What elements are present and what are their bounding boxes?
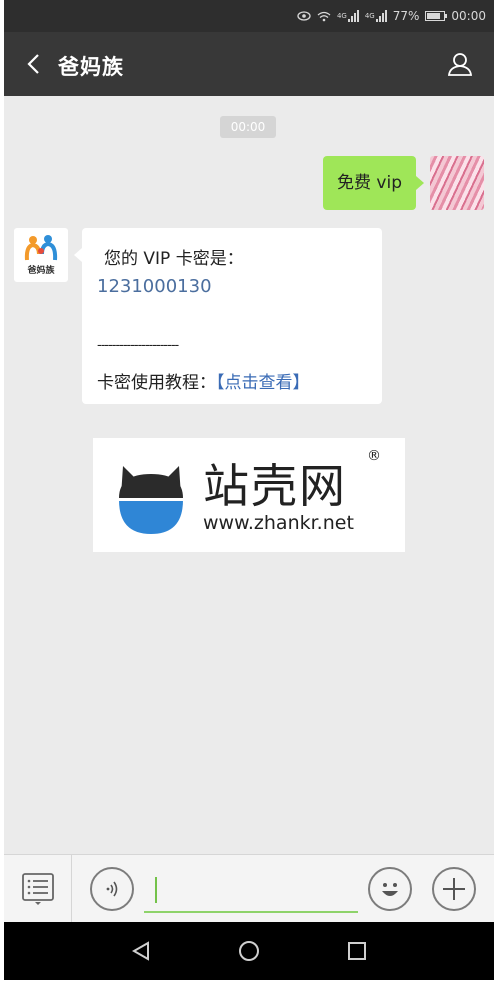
chat-title: 爸妈族 (58, 55, 124, 79)
square-recents-icon (348, 942, 366, 960)
incoming-message: 爸妈族 您的 VIP 卡密是： 1231000130 -------------… (14, 228, 382, 404)
voice-icon (106, 881, 118, 897)
battery-icon (425, 11, 448, 21)
message-timestamp: 00:00 (220, 116, 276, 138)
phone-screen: 4G 4G 77% 00:00 爸妈族 00:00 免费 vip 爸妈族 您的 … (4, 0, 494, 980)
signal-icon-2: 4G (365, 10, 387, 22)
status-time: 00:00 (451, 9, 486, 23)
input-bar (4, 854, 494, 922)
menu-toggle-button[interactable] (4, 855, 72, 922)
incoming-bubble[interactable]: 您的 VIP 卡密是： 1231000130 -----------------… (74, 228, 382, 404)
system-nav-bar (4, 922, 494, 980)
my-avatar[interactable] (430, 156, 484, 210)
triangle-back-icon (131, 941, 149, 961)
chat-info-button[interactable] (444, 48, 476, 80)
title-bar: 爸妈族 (4, 32, 494, 96)
tutorial-link[interactable]: 【点击查看】 (216, 373, 310, 393)
smiley-icon (382, 883, 398, 896)
chat-area[interactable]: 00:00 免费 vip 爸妈族 您的 VIP 卡密是： 1231000130 … (4, 96, 494, 854)
input-caret (155, 877, 157, 903)
battery-percent: 77% (392, 9, 420, 23)
nav-recents-button[interactable] (342, 936, 372, 966)
brand-watermark-banner: 站壳网 ® www.zhankr.net (93, 438, 405, 552)
status-bar: 4G 4G 77% 00:00 (4, 0, 494, 32)
cat-logo-icon (119, 466, 183, 534)
message-input[interactable] (144, 871, 358, 913)
voice-button[interactable] (90, 867, 134, 911)
family-logo-icon (24, 235, 58, 261)
more-button[interactable] (432, 867, 476, 911)
chevron-left-icon (27, 54, 39, 74)
wifi-icon (317, 11, 331, 22)
outgoing-bubble[interactable]: 免费 vip (323, 156, 424, 210)
registered-mark: ® (367, 448, 381, 464)
tutorial-line: 卡密使用教程：【点击查看】 (97, 368, 310, 393)
card-code[interactable]: 1231000130 (97, 276, 212, 297)
tutorial-label: 卡密使用教程： (97, 373, 216, 393)
signal-icon-1: 4G (337, 10, 359, 22)
separator-line: ---------------------- (97, 338, 179, 353)
brand-name: 站壳网 (203, 459, 347, 513)
brand-url: www.zhankr.net (203, 512, 354, 534)
network-type-2: 4G (364, 12, 375, 20)
contact-avatar[interactable]: 爸妈族 (14, 228, 68, 282)
vip-card-label: 您的 VIP 卡密是： (104, 249, 244, 269)
eye-icon (297, 11, 311, 21)
network-type-1: 4G (336, 12, 347, 20)
avatar-caption: 爸妈族 (27, 266, 55, 276)
list-menu-icon (21, 872, 54, 905)
person-icon (447, 53, 473, 76)
nav-home-button[interactable] (234, 936, 264, 966)
circle-home-icon (239, 941, 259, 961)
outgoing-message: 免费 vip (323, 156, 484, 210)
emoji-button[interactable] (368, 867, 412, 911)
back-button[interactable] (18, 49, 48, 79)
nav-back-button[interactable] (126, 936, 156, 966)
plus-icon (443, 878, 465, 900)
